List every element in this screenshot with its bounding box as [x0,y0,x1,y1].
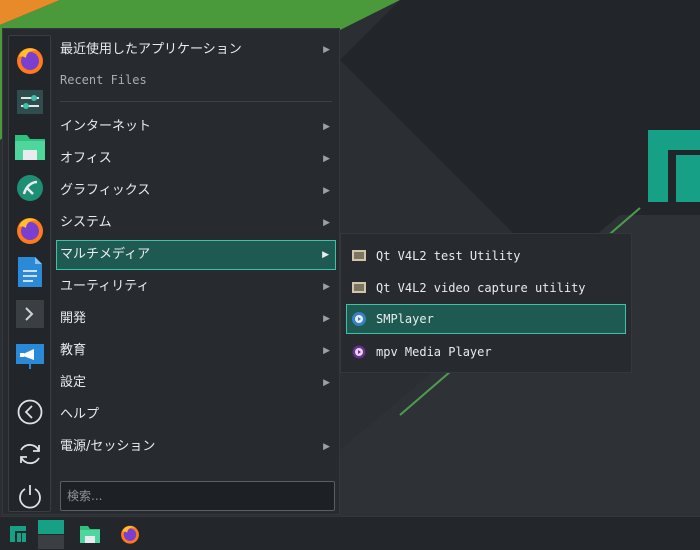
recent-apps-label: 最近使用したアプリケーション [60,42,242,57]
application-menu: 最近使用したアプリケーション ▶ Recent Files インターネット ▶ … [2,28,340,515]
desktop-switcher-icon[interactable] [38,519,64,549]
category-multimedia[interactable]: マルチメディア ▶ [56,240,336,270]
chevron-right-icon: ▶ [323,186,330,196]
category-label: マルチメディア [60,247,151,262]
category-development[interactable]: 開発 ▶ [56,304,336,334]
category-education[interactable]: 教育 ▶ [56,336,336,366]
category-help[interactable]: ヘルプ [56,400,336,430]
mpv-icon [352,345,366,359]
refresh-icon[interactable] [13,438,47,470]
chevron-right-icon: ▶ [323,282,330,292]
category-label: オフィス [60,151,112,166]
manjaro-menu-icon[interactable] [6,519,30,549]
category-internet[interactable]: インターネット ▶ [56,112,336,142]
submenu-item-label: Qt V4L2 test Utility [376,249,521,263]
category-label: システム [60,215,112,230]
category-settings[interactable]: 設定 ▶ [56,368,336,398]
category-graphics[interactable]: グラフィックス ▶ [56,176,336,206]
file-manager-icon[interactable] [78,519,102,549]
submenu-item-qv4l2[interactable]: Qt V4L2 test Utility [346,241,626,271]
category-utilities[interactable]: ユーティリティ ▶ [56,272,336,302]
category-label: ヘルプ [60,407,100,422]
taskbar [0,516,700,550]
terminal-icon[interactable] [13,298,47,330]
category-label: インターネット [60,119,152,134]
category-system[interactable]: システム ▶ [56,208,336,238]
document-icon[interactable] [13,256,47,288]
chevron-right-icon: ▶ [322,250,329,260]
category-label: 電源/セッション [60,439,156,454]
monitor-icon [352,282,366,293]
firefox-icon[interactable] [13,214,47,246]
submenu-item-label: Qt V4L2 video capture utility [376,281,586,295]
chevron-right-icon: ▶ [323,314,330,324]
recent-files-item[interactable]: Recent Files [60,73,147,87]
submenu-item-label: mpv Media Player [376,345,492,359]
favorites-bar [8,35,51,512]
chevron-right-icon: ▶ [323,122,330,132]
menu-divider [60,101,332,102]
chevron-right-icon: ▶ [323,218,330,228]
file-manager-icon[interactable] [13,130,47,162]
firefox-icon[interactable] [13,44,47,76]
power-icon[interactable] [13,480,47,512]
submenu-item-qvidcap[interactable]: Qt V4L2 video capture utility [346,273,626,303]
smplayer-icon [352,312,366,326]
submenu-item-label: SMPlayer [376,312,434,326]
settings-icon[interactable] [13,86,47,118]
category-label: グラフィックス [60,183,151,198]
submenu-item-mpv[interactable]: mpv Media Player [346,337,626,367]
category-office[interactable]: オフィス ▶ [56,144,336,174]
chevron-right-icon: ▶ [323,442,330,452]
presentation-icon[interactable] [13,340,47,372]
category-label: 設定 [60,375,87,390]
app-icon[interactable] [13,172,47,204]
recent-apps-item[interactable]: 最近使用したアプリケーション ▶ [56,35,336,65]
category-power-session[interactable]: 電源/セッション ▶ [56,432,336,462]
chevron-right-icon: ▶ [323,346,330,356]
category-label: 教育 [60,343,87,358]
monitor-icon [352,250,366,261]
chevron-right-icon: ▶ [323,45,330,55]
category-label: ユーティリティ [60,279,150,294]
category-label: 開発 [60,311,87,326]
chevron-right-icon: ▶ [323,378,330,388]
multimedia-submenu: Qt V4L2 test Utility Qt V4L2 video captu… [340,233,632,373]
search-input[interactable] [60,481,335,511]
firefox-icon[interactable] [118,519,142,549]
submenu-item-smplayer[interactable]: SMPlayer [346,304,626,334]
back-icon[interactable] [13,396,47,428]
chevron-right-icon: ▶ [323,154,330,164]
